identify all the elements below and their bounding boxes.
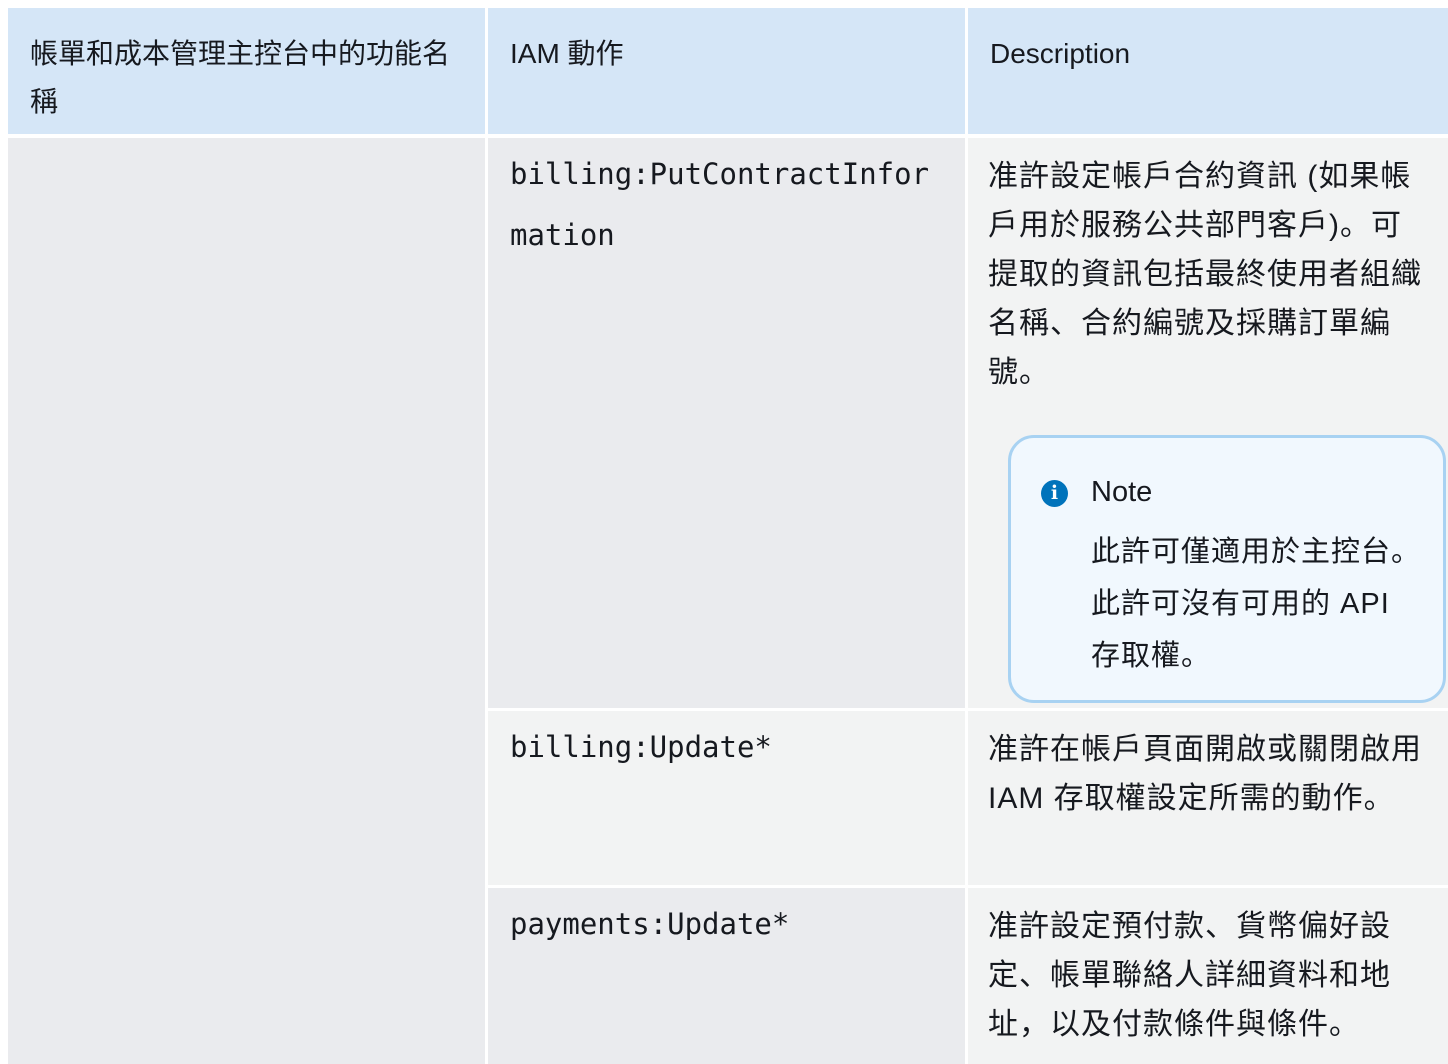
description-cell: 准許設定帳戶合約資訊 (如果帳戶用於服務公共部門客戶)。可提取的資訊包括最終使用… [968, 138, 1448, 708]
note-body: 此許可僅適用於主控台。此許可沒有可用的 API 存取權。 [1091, 536, 1422, 672]
table-row: billing:PutContractInformation 准許設定帳戶合約資… [488, 138, 1448, 708]
description-cell: 准許在帳戶頁面開啟或關閉啟用 IAM 存取權設定所需的動作。 [968, 711, 1448, 885]
info-circle-icon: i [1041, 480, 1068, 507]
table-row: payments:Update* 准許設定預付款、貨幣偏好設定、帳單聯絡人詳細資… [488, 888, 1448, 1064]
description-cell: 准許設定預付款、貨幣偏好設定、帳單聯絡人詳細資料和地址，以及付款條件與條件。 [968, 888, 1448, 1064]
header-description: Description [968, 8, 1448, 134]
header-feature-name: 帳單和成本管理主控台中的功能名稱 [8, 8, 485, 134]
table-row: billing:Update* 准許在帳戶頁面開啟或關閉啟用 IAM 存取權設定… [488, 711, 1448, 885]
note-callout: i Note 此許可僅適用於主控台。此許可沒有可用的 API 存取權。 [1008, 435, 1446, 703]
description-text: 准許設定帳戶合約資訊 (如果帳戶用於服務公共部門客戶)。可提取的資訊包括最終使用… [988, 160, 1422, 389]
table-rows: billing:PutContractInformation 准許設定帳戶合約資… [488, 138, 1448, 1064]
document-page: 帳單和成本管理主控台中的功能名稱 IAM 動作 Description bill… [0, 0, 1448, 1064]
note-title: Note [1091, 476, 1153, 508]
header-iam-action: IAM 動作 [488, 8, 965, 134]
iam-action-cell: payments:Update* [488, 888, 965, 1064]
iam-action-cell: billing:PutContractInformation [488, 138, 965, 708]
permissions-table: 帳單和成本管理主控台中的功能名稱 IAM 動作 Description bill… [8, 8, 1448, 1064]
table-body: billing:PutContractInformation 准許設定帳戶合約資… [8, 138, 1448, 1064]
feature-name-cell [8, 138, 485, 1064]
iam-action-cell: billing:Update* [488, 711, 965, 885]
